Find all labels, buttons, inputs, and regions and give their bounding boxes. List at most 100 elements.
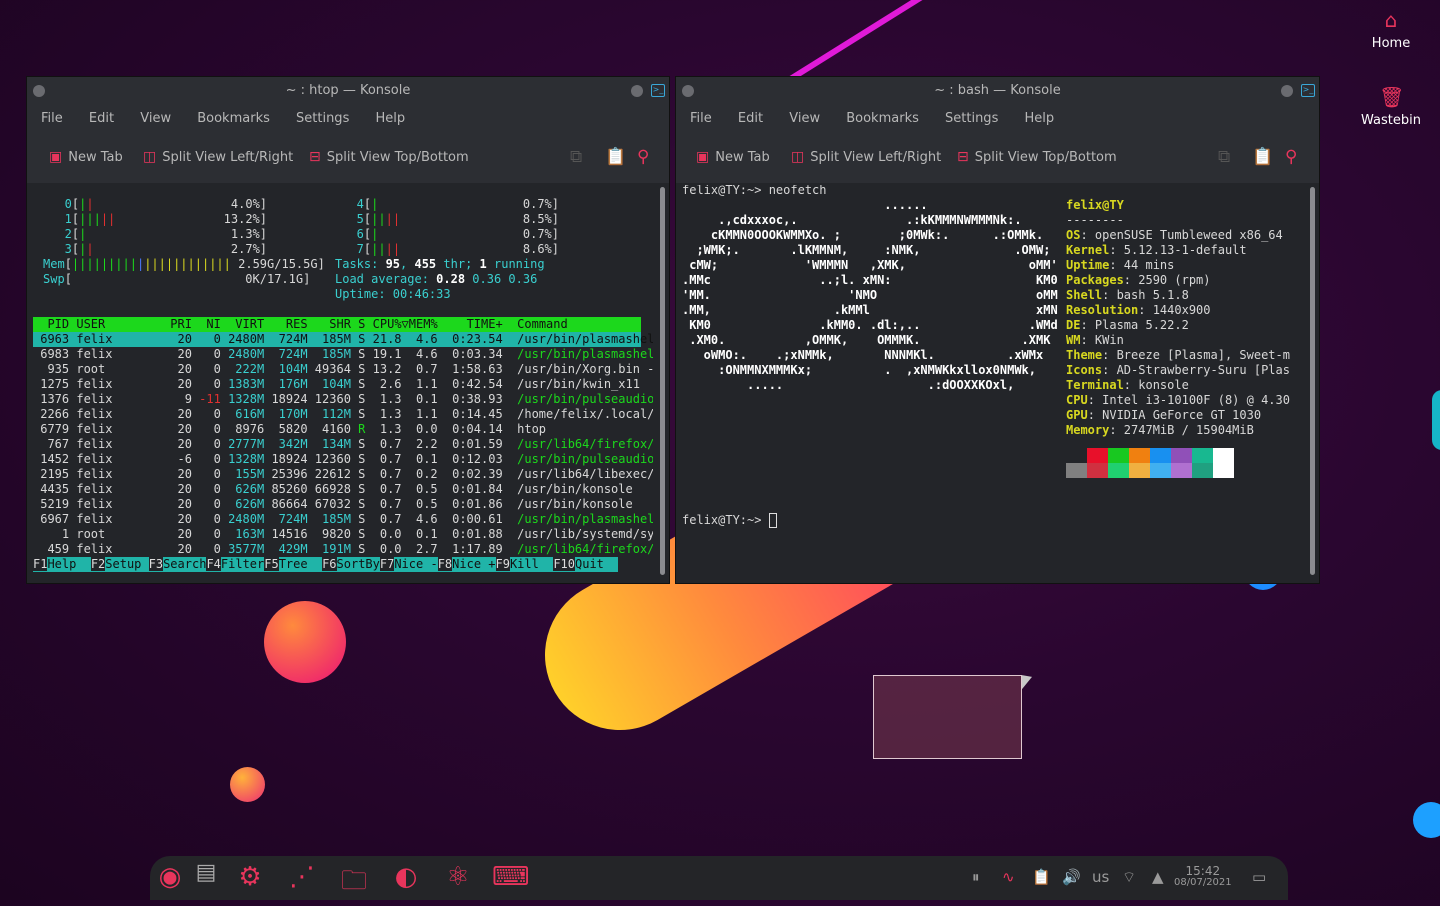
process-nice: 0 xyxy=(191,437,221,451)
column-header: NI xyxy=(191,317,221,331)
find-icon[interactable]: ⚲ xyxy=(1285,147,1297,167)
load-1min: 0.28 xyxy=(436,272,466,286)
process-user: felix xyxy=(76,482,135,496)
share-icon[interactable]: ⋰ xyxy=(284,862,320,892)
column-header: CPU%▽ xyxy=(372,317,409,331)
new-tab-button[interactable]: ▣ New Tab xyxy=(696,149,770,165)
process-shr: 49364 xyxy=(307,362,351,376)
process-virt: 3577M xyxy=(220,542,265,556)
tray-expand-icon[interactable]: ▲ xyxy=(1152,868,1164,886)
process-command: /usr/lib/systemd/systemd xyxy=(517,527,653,541)
process-virt: 163M xyxy=(220,527,265,541)
scrollbar[interactable] xyxy=(1310,187,1315,575)
keyboard-layout[interactable]: us xyxy=(1092,868,1109,886)
palette-swatch xyxy=(1192,463,1213,478)
process-cpu-percent: 0.0 xyxy=(365,542,402,556)
application-launcher-icon[interactable]: ◉ xyxy=(152,862,188,892)
find-icon[interactable]: ⚲ xyxy=(637,147,649,167)
neofetch-info-row: OS: openSUSE Tumbleweed x86_64 xyxy=(1066,228,1283,243)
menu-file[interactable]: File xyxy=(41,111,63,126)
process-res: 18924 xyxy=(264,452,308,466)
copy-icon[interactable]: ⧉ xyxy=(570,147,582,167)
process-cpu-percent: 1.3 xyxy=(365,392,402,406)
copy-icon[interactable]: ⧉ xyxy=(1218,147,1230,167)
folder-icon[interactable]: 🗀 xyxy=(336,862,372,906)
info-value: : Plasma 5.22.2 xyxy=(1080,318,1189,332)
steam-icon[interactable]: ∿ xyxy=(1002,868,1015,886)
volume-icon[interactable]: 🔊 xyxy=(1062,868,1081,886)
process-mem-percent: 4.6 xyxy=(401,512,438,526)
menu-file[interactable]: File xyxy=(690,111,712,126)
window-menu-button[interactable] xyxy=(682,85,694,97)
process-nice: 0 xyxy=(191,512,221,526)
column-header: SHR xyxy=(307,317,351,331)
palette-swatch xyxy=(1213,448,1234,463)
mem-value: 2.59G/15.5G] xyxy=(230,257,325,271)
menu-settings[interactable]: Settings xyxy=(296,111,349,126)
menu-view[interactable]: View xyxy=(140,111,171,126)
meter-space xyxy=(86,227,231,241)
process-res: 18924 xyxy=(264,392,308,406)
fkey-number: F2 xyxy=(90,557,106,571)
menu-help[interactable]: Help xyxy=(1024,111,1054,126)
konsole-icon[interactable]: ⌨ xyxy=(492,862,530,892)
menu-help[interactable]: Help xyxy=(375,111,405,126)
process-time: 0:02.39 xyxy=(437,467,503,481)
process-pid: 6983 xyxy=(33,347,77,361)
scrollbar[interactable] xyxy=(660,187,665,575)
fkey-number: F10 xyxy=(553,557,575,571)
split-left-right-button[interactable]: ◫ Split View Left/Right xyxy=(791,149,941,165)
command-text: neofetch xyxy=(768,185,827,197)
title-bar[interactable]: ~ : htop — Konsole >_ xyxy=(27,77,669,105)
wifi-icon[interactable]: ⌔ xyxy=(1122,868,1136,887)
fkey-label: Search xyxy=(163,557,207,571)
bash-terminal[interactable]: felix@TY:~> neofetch ...... .,cdxxxoc,. … xyxy=(678,185,1303,581)
split-top-bottom-button[interactable]: ⊟ Split View Top/Bottom xyxy=(309,149,469,165)
menu-edit[interactable]: Edit xyxy=(89,111,114,126)
info-key: Uptime xyxy=(1066,258,1110,272)
uptime-value: 00:46:33 xyxy=(392,287,451,301)
process-mem-percent: 0.2 xyxy=(401,467,438,481)
process-row: 2195 felix 20 0 155M 25396 22612 S 0.7 0… xyxy=(33,467,653,482)
clipboard-icon[interactable]: 📋 xyxy=(1032,868,1051,886)
process-priority: 9 xyxy=(134,392,192,406)
konsole-window-htop[interactable]: ~ : htop — Konsole >_ File Edit View Boo… xyxy=(26,76,670,584)
process-shr: 104M xyxy=(307,377,351,391)
menu-settings[interactable]: Settings xyxy=(945,111,998,126)
process-nice: 0 xyxy=(191,467,221,481)
atom-icon[interactable]: ⚛ xyxy=(440,862,476,892)
desktop-icon-home[interactable]: ⌂ Home xyxy=(1356,8,1426,51)
command-line: felix@TY:~> xyxy=(682,513,777,528)
media-pause-icon[interactable]: ⏸ xyxy=(972,868,980,886)
paste-icon[interactable]: 📋 xyxy=(1252,147,1273,167)
split-top-bottom-button[interactable]: ⊟ Split View Top/Bottom xyxy=(957,149,1117,165)
menu-view[interactable]: View xyxy=(789,111,820,126)
info-key: Memory xyxy=(1066,423,1110,437)
load-label: Load average: xyxy=(335,272,437,286)
process-priority: 20 xyxy=(134,377,192,391)
show-desktop-icon[interactable]: ▭ xyxy=(1252,868,1266,886)
firefox-icon[interactable]: ◐ xyxy=(388,862,424,892)
title-bar[interactable]: ~ : bash — Konsole >_ xyxy=(676,77,1319,105)
digital-clock[interactable]: 15:42 08/07/2021 xyxy=(1174,865,1232,888)
minimize-button[interactable] xyxy=(1281,85,1293,97)
neofetch-info-row: Memory: 2747MiB / 15904MiB xyxy=(1066,423,1254,438)
htop-terminal[interactable]: 0[|| 4.0%] 1[||||| 13.2%] 2[| 1.3%] 3[||… xyxy=(29,185,653,581)
new-tab-button[interactable]: ▣ New Tab xyxy=(49,149,123,165)
process-time: 1:58.63 xyxy=(437,362,503,376)
neofetch-info-row: Packages: 2590 (rpm) xyxy=(1066,273,1211,288)
split-left-right-button[interactable]: ◫ Split View Left/Right xyxy=(143,149,293,165)
desktop-icon-wastebin[interactable]: 🗑 Wastebin xyxy=(1356,85,1426,128)
new-tab-label: New Tab xyxy=(68,149,123,165)
window-menu-button[interactable] xyxy=(33,85,45,97)
window-title: ~ : htop — Konsole xyxy=(285,83,411,98)
menu-bookmarks[interactable]: Bookmarks xyxy=(197,111,270,126)
minimize-button[interactable] xyxy=(631,85,643,97)
konsole-window-bash[interactable]: ~ : bash — Konsole >_ File Edit View Boo… xyxy=(675,76,1320,584)
menu-edit[interactable]: Edit xyxy=(738,111,763,126)
info-value: : KWin xyxy=(1080,333,1124,347)
paste-icon[interactable]: 📋 xyxy=(605,147,626,167)
settings-gear-icon[interactable]: ⚙ xyxy=(232,862,268,892)
pager-icon[interactable]: ▤ xyxy=(188,860,224,885)
menu-bookmarks[interactable]: Bookmarks xyxy=(846,111,919,126)
